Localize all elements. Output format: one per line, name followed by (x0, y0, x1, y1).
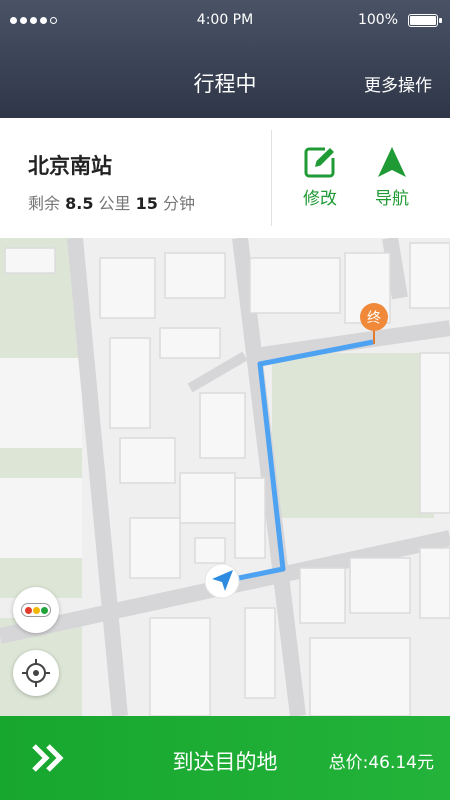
traffic-toggle-button[interactable] (13, 587, 59, 633)
divider (271, 130, 272, 226)
map-view[interactable]: 终 (0, 238, 450, 716)
destination-name: 北京南站 (28, 154, 112, 178)
top-header: 4:00 PM 100% 行程中 更多操作 (0, 0, 450, 118)
edit-label: 修改 (303, 189, 337, 209)
remaining-distance: 8.5 (65, 194, 94, 213)
navigation-button[interactable]: 导航 (362, 145, 422, 209)
status-bar: 4:00 PM 100% (0, 0, 450, 40)
remaining-info: 剩余 8.5 公里 15 分钟 (28, 190, 195, 214)
distance-unit: 公里 (98, 194, 131, 213)
arrive-bar[interactable]: 到达目的地 总价:46.14元 (0, 716, 450, 800)
end-marker-label: 终 (367, 311, 381, 327)
duration-unit: 分钟 (163, 194, 196, 213)
remaining-duration: 15 (135, 194, 158, 213)
locate-button[interactable] (13, 650, 59, 696)
map-canvas: 终 (0, 238, 450, 716)
locate-icon (22, 659, 50, 687)
navigate-arrow-icon (362, 145, 422, 179)
edit-icon (290, 145, 350, 179)
more-actions-button[interactable]: 更多操作 (364, 71, 432, 96)
total-price: 总价:46.14元 (328, 753, 434, 773)
navigation-arrow-icon (204, 563, 240, 599)
traffic-light-icon (21, 603, 51, 617)
edit-destination-button[interactable]: 修改 (290, 145, 350, 209)
battery-icon (408, 14, 442, 27)
navigation-label: 导航 (375, 189, 409, 209)
remaining-prefix: 剩余 (28, 194, 61, 213)
trip-info-panel: 北京南站 剩余 8.5 公里 15 分钟 修改 导航 (0, 118, 450, 238)
battery-percent: 100% (357, 12, 398, 28)
